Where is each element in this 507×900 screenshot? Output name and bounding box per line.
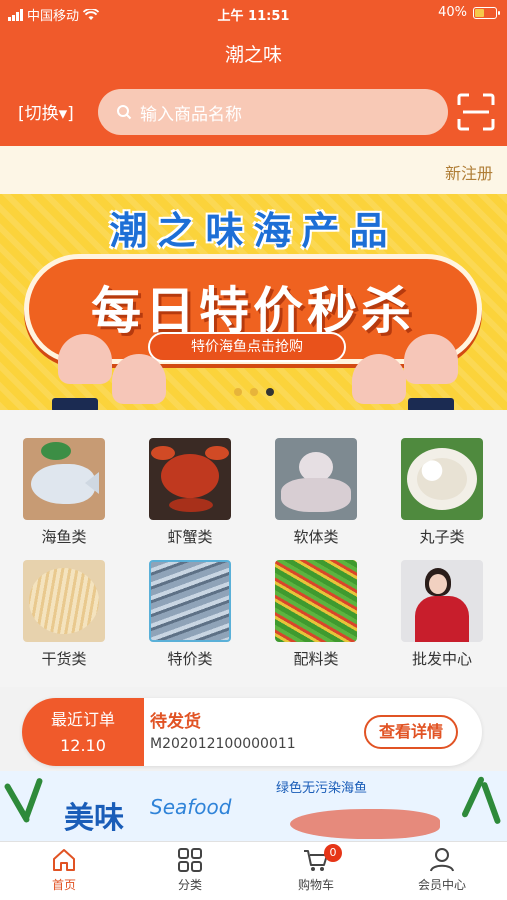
recent-order-card[interactable]: 最近订单 12.10 待发货 M202012100000011 查看详情 bbox=[22, 698, 482, 766]
order-number: M202012100000011 bbox=[150, 736, 296, 752]
category-label: 配料类 bbox=[293, 650, 339, 668]
category-label: 批发中心 bbox=[411, 650, 472, 668]
tab-label: 会员中心 bbox=[417, 878, 466, 892]
hand-illustration bbox=[352, 354, 406, 404]
recent-order-date: 12.10 bbox=[60, 736, 106, 755]
category-label: 海鱼类 bbox=[41, 528, 87, 546]
tab-label: 首页 bbox=[51, 878, 76, 892]
category-label: 软体类 bbox=[293, 528, 339, 546]
register-link[interactable]: 新注册 bbox=[445, 160, 493, 184]
status-bar: 中国移动 上午 11:51 40% bbox=[0, 0, 507, 26]
category-label: 特价类 bbox=[167, 650, 213, 668]
category-label: 虾蟹类 bbox=[167, 528, 213, 546]
small-fish-photo bbox=[149, 560, 231, 642]
category-item[interactable]: 干货类 bbox=[23, 560, 105, 669]
home-icon bbox=[53, 849, 75, 871]
tab-member[interactable]: 会员中心 bbox=[392, 846, 492, 893]
search-icon bbox=[117, 105, 132, 120]
battery-fill bbox=[475, 8, 484, 17]
category-item[interactable]: 批发中心 bbox=[401, 560, 483, 669]
hand-illustration bbox=[112, 354, 166, 404]
octopus-photo bbox=[275, 438, 357, 520]
tab-bar: 首页 分类 0 购物车 会员中心 bbox=[0, 841, 507, 900]
banner-tag: 绿色无污染海鱼 bbox=[276, 781, 368, 796]
category-label: 丸子类 bbox=[419, 528, 465, 546]
category-item[interactable]: 虾蟹类 bbox=[149, 438, 231, 547]
fish-balls-photo bbox=[401, 438, 483, 520]
dried-squid-photo bbox=[23, 560, 105, 642]
search-input[interactable]: 输入商品名称 bbox=[98, 89, 448, 135]
user-icon bbox=[430, 848, 454, 872]
category-item[interactable]: 丸子类 bbox=[401, 438, 483, 547]
category-item[interactable]: 软体类 bbox=[275, 438, 357, 547]
battery-icon bbox=[473, 6, 500, 19]
hand-illustration bbox=[404, 334, 458, 384]
category-grid: 海鱼类 虾蟹类 软体类 丸子类 干货类 特价类 配料类 批发中心 bbox=[0, 410, 507, 687]
switch-button[interactable]: [切换▾] bbox=[18, 99, 74, 124]
tab-label: 购物车 bbox=[297, 878, 334, 892]
recent-order-label: 最近订单 bbox=[50, 710, 115, 729]
wholesale-photo bbox=[401, 560, 483, 642]
carousel-dot[interactable] bbox=[265, 388, 274, 396]
category-item[interactable]: 配料类 bbox=[275, 560, 357, 669]
carousel-dot[interactable] bbox=[233, 388, 242, 396]
tab-category[interactable]: 分类 bbox=[140, 846, 240, 893]
tab-cart[interactable]: 0 购物车 bbox=[266, 844, 366, 893]
register-strip: 新注册 bbox=[0, 146, 507, 194]
vegetables-photo bbox=[275, 560, 357, 642]
grid-icon bbox=[178, 848, 202, 872]
promo-subtitle-button[interactable]: 特价海鱼点击抢购 bbox=[148, 332, 346, 362]
banner-brand: 潮之味海产品 bbox=[109, 209, 398, 253]
order-status: 待发货 bbox=[150, 712, 201, 732]
category-item[interactable]: 特价类 bbox=[149, 560, 231, 669]
page-title: 潮之味 bbox=[224, 44, 282, 66]
tab-home[interactable]: 首页 bbox=[14, 846, 114, 893]
carousel-dots[interactable] bbox=[0, 388, 507, 396]
status-time: 上午 11:51 bbox=[217, 9, 290, 24]
category-item[interactable]: 海鱼类 bbox=[23, 438, 105, 547]
view-details-button[interactable]: 查看详情 bbox=[364, 715, 458, 749]
seafood-banner[interactable]: 美味 Seafood 绿色无污染海鱼 bbox=[0, 771, 507, 841]
category-label: 干货类 bbox=[41, 650, 87, 668]
pomfret-fish-photo bbox=[23, 438, 105, 520]
carousel-dot[interactable] bbox=[249, 388, 258, 396]
fish-illustration bbox=[290, 809, 440, 839]
cart-badge: 0 bbox=[324, 844, 342, 862]
banner-title: 美味 bbox=[64, 801, 124, 836]
banner-english: Seafood bbox=[150, 795, 232, 819]
battery-percent: 40% bbox=[438, 5, 467, 20]
search-placeholder: 输入商品名称 bbox=[140, 104, 242, 125]
tab-label: 分类 bbox=[177, 878, 202, 892]
crab-photo bbox=[149, 438, 231, 520]
recent-order-tag: 最近订单 12.10 bbox=[22, 698, 144, 766]
scan-icon[interactable] bbox=[457, 93, 495, 131]
app-header: 中国移动 上午 11:51 40% 潮之味 [切换▾] 输入商品名称 bbox=[0, 0, 507, 146]
promo-banner[interactable]: 潮之味海产品 每日特价秒杀 特价海鱼点击抢购 bbox=[0, 194, 507, 410]
hand-illustration bbox=[58, 334, 112, 384]
